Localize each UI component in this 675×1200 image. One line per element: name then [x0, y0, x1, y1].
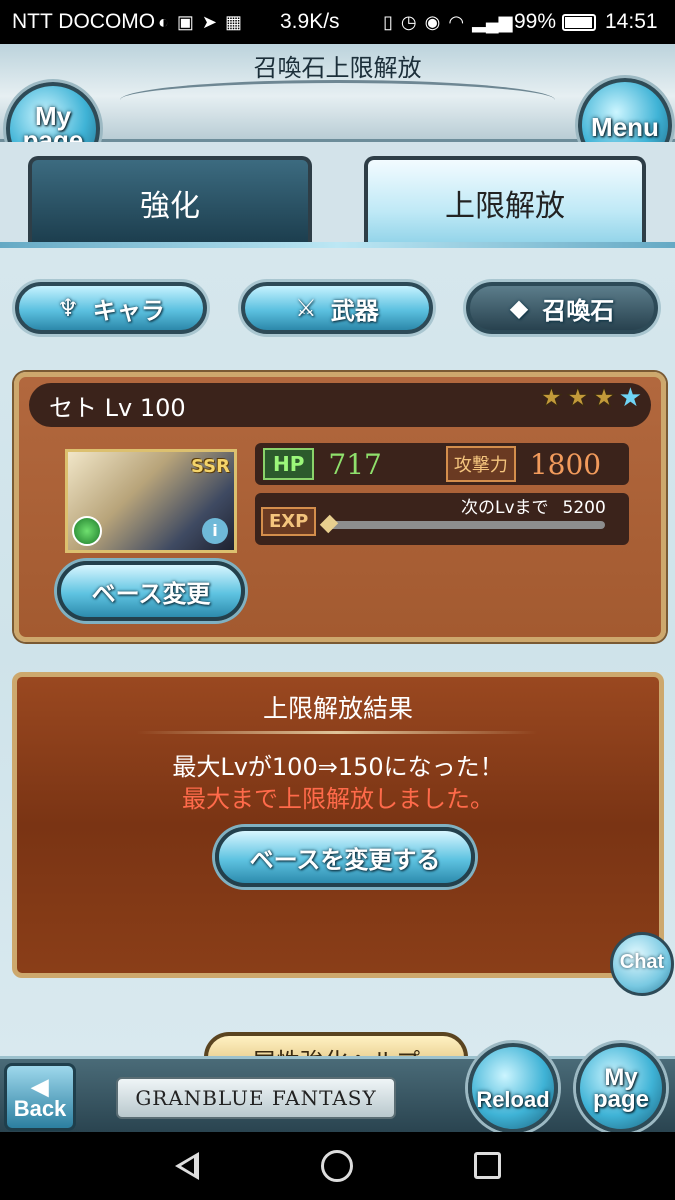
star-icon: ★ [592, 383, 619, 414]
stats-bar: HP 717 攻撃力 1800 [255, 443, 629, 485]
next-level-value: 5200 [562, 498, 606, 518]
clock: 14:51 [605, 10, 658, 33]
nfc-icon: ▣ [176, 11, 194, 32]
page-title: 召喚石上限解放 [253, 54, 422, 82]
back-arrow-icon: ◀ [31, 1074, 49, 1099]
nav-home-icon[interactable] [321, 1150, 353, 1182]
back-label: Back [13, 1096, 67, 1121]
weapon-icon: ⚔ [295, 294, 317, 322]
carrier-name: NTT DOCOMO [12, 10, 156, 33]
exp-progress-track [329, 521, 605, 529]
change-base-button[interactable]: ベースを変更する [215, 827, 475, 887]
vibrate-icon: ▯ [383, 11, 393, 32]
result-title: 上限解放結果 [262, 694, 413, 723]
chara-icon: ♆ [57, 294, 79, 322]
tab-limit-break[interactable]: 上限解放 [364, 156, 646, 246]
summon-thumbnail[interactable]: SSR i [65, 449, 237, 553]
summon-name: セト Lv 100 [49, 393, 186, 422]
star-icon: ★ [618, 383, 645, 413]
tab-enhance[interactable]: 強化 [28, 156, 312, 246]
category-weapon-button[interactable]: ⚔ 武器 [241, 282, 433, 334]
category-weapon-label: 武器 [330, 296, 379, 325]
next-level-info: 次のLvまで 5200 [447, 493, 606, 518]
hp-value: 717 [328, 447, 382, 481]
rarity-badge: SSR [191, 456, 230, 477]
result-max-message: 最大まで上限解放しました。 [182, 785, 494, 813]
signal-arrow-icon: ➤ [201, 11, 217, 32]
status-bar: NTT DOCOMO ◐ ▣ ➤ ▦ 3.9K/s ▯ ◷ ◉ ◠ ▂▄▆ 99… [0, 0, 675, 44]
mypage-bottom-button[interactable]: My page [576, 1043, 666, 1133]
tab-bar: 強化 上限解放 [0, 142, 675, 246]
signal-icon: ▂▄▆ [472, 11, 513, 32]
exp-label: EXP [261, 507, 317, 536]
photo-icon: ▦ [224, 11, 242, 32]
info-icon[interactable]: i [202, 518, 228, 544]
main-content: ♆ キャラ ⚔ 武器 ◆ 召喚石 セト Lv 100 ★★★★ SSR i ベー… [0, 248, 675, 1082]
base-change-button[interactable]: ベース変更 [57, 561, 245, 621]
crystal-icon: ◆ [509, 294, 529, 322]
uncap-stars: ★★★★ [539, 383, 645, 414]
battery-icon [562, 13, 597, 31]
chat-button[interactable]: Chat [610, 932, 674, 996]
notification-icons: ◐ ▣ ➤ ▦ [158, 12, 242, 33]
category-chara-label: キャラ [92, 296, 165, 325]
page-header: 召喚石上限解放 My page Menu [0, 44, 675, 176]
network-speed: 3.9K/s [280, 10, 340, 33]
exp-bar: EXP 次のLvまで 5200 [255, 493, 629, 545]
eye-icon: ◉ [424, 11, 441, 32]
result-message: 最大Lvが100⇒150になった！ [172, 753, 504, 781]
attack-label: 攻撃力 [445, 446, 516, 482]
star-icon: ★ [566, 383, 593, 414]
android-nav-bar [0, 1132, 675, 1200]
category-summon-label: 召喚石 [542, 296, 615, 325]
limit-break-result-panel: 上限解放結果 最大Lvが100⇒150になった！ 最大まで上限解放しました。 ベ… [12, 672, 664, 978]
attack-value: 1800 [529, 447, 602, 481]
nav-back-icon[interactable] [175, 1152, 199, 1180]
reload-button[interactable]: Reload [468, 1043, 558, 1133]
game-logo: GRANBLUE FANTASY [116, 1077, 396, 1119]
wind-element-icon [72, 516, 102, 546]
next-level-label: 次のLvまで [461, 498, 549, 518]
result-divider [137, 731, 537, 734]
alarm-icon: ◷ [400, 11, 417, 32]
battery-level: 99% [514, 10, 557, 33]
star-icon: ★ [539, 383, 567, 414]
sync-icon: ◐ [158, 11, 169, 32]
system-icons: ▯ ◷ ◉ ◠ ▂▄▆ [383, 12, 513, 33]
header-ornament [120, 80, 555, 120]
summon-panel: セト Lv 100 ★★★★ SSR i ベース変更 HP 717 攻撃力 18… [14, 372, 666, 642]
hp-label: HP [263, 448, 315, 480]
wifi-icon: ◠ [448, 11, 465, 32]
back-button[interactable]: ◀ Back [4, 1063, 76, 1131]
category-chara-button[interactable]: ♆ キャラ [15, 282, 207, 334]
bottom-bar: ◀ Back GRANBLUE FANTASY Reload My page [0, 1043, 675, 1133]
category-summon-button[interactable]: ◆ 召喚石 [466, 282, 658, 334]
nav-recent-icon[interactable] [474, 1152, 501, 1179]
battery: 99% [514, 10, 597, 34]
